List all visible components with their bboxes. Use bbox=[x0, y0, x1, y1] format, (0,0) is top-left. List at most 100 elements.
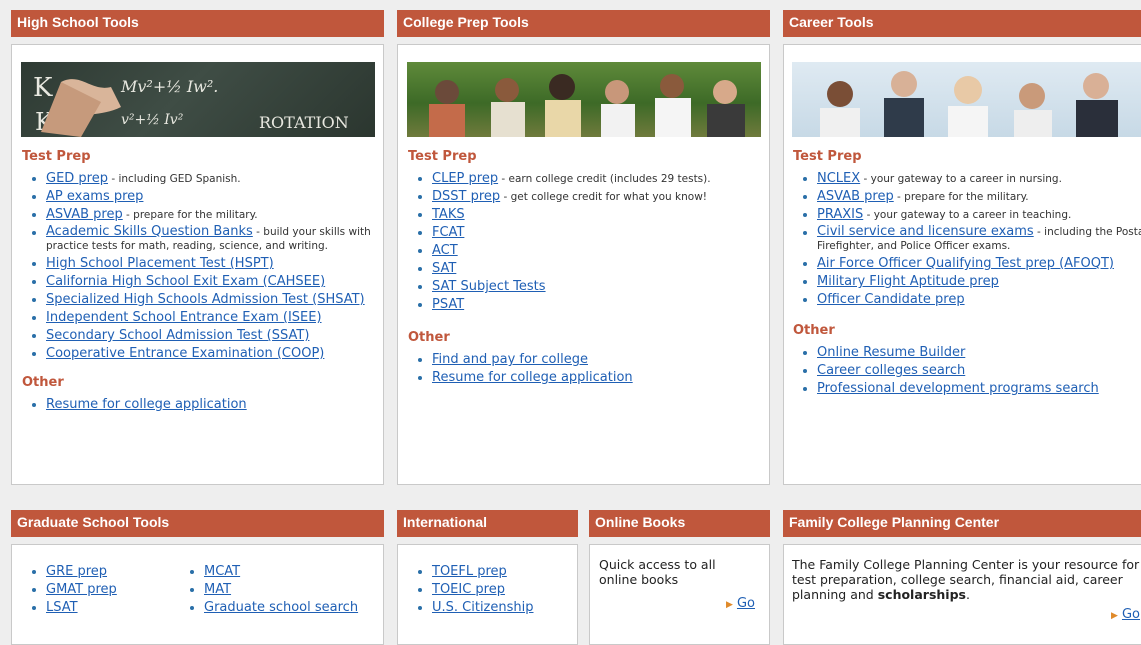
online-books-panel: Online Books Quick access to all online … bbox=[589, 510, 770, 645]
sat-link[interactable]: SAT bbox=[432, 261, 456, 276]
list-item: U.S. Citizenship bbox=[408, 599, 534, 617]
praxis-link[interactable]: PRAXIS bbox=[817, 207, 863, 222]
officer-candidate-link[interactable]: Officer Candidate prep bbox=[817, 292, 965, 307]
nclex-link[interactable]: NCLEX bbox=[817, 171, 860, 186]
taks-link[interactable]: TAKS bbox=[432, 207, 465, 222]
career-colleges-link[interactable]: Career colleges search bbox=[817, 363, 965, 378]
list-item: Air Force Officer Qualifying Test prep (… bbox=[793, 255, 1141, 273]
online-books-go-link[interactable]: Go bbox=[737, 596, 755, 611]
clep-prep-link[interactable]: CLEP prep bbox=[432, 171, 498, 186]
asvab-prep-link[interactable]: ASVAB prep bbox=[817, 189, 894, 204]
mat-link[interactable]: MAT bbox=[204, 582, 231, 597]
us-citizenship-link[interactable]: U.S. Citizenship bbox=[432, 600, 534, 615]
career-test-prep-list: NCLEX - your gateway to a career in nurs… bbox=[793, 170, 1141, 309]
list-item: Independent School Entrance Exam (ISEE) bbox=[22, 309, 375, 327]
ged-prep-link[interactable]: GED prep bbox=[46, 171, 108, 186]
list-item: ASVAB prep - prepare for the military. bbox=[793, 188, 1141, 206]
list-item: Find and pay for college bbox=[408, 351, 763, 369]
high-school-tools-panel: High School Tools K K Mv²+½ Iw². v²+½ Iv… bbox=[11, 10, 384, 485]
high-school-test-prep-list: GED prep - including GED Spanish. AP exa… bbox=[22, 170, 375, 363]
psat-link[interactable]: PSAT bbox=[432, 297, 464, 312]
college-prep-tools-panel: College Prep Tools Test Prep CLEP prep -… bbox=[397, 10, 770, 485]
list-item: TOEFL prep bbox=[408, 563, 534, 581]
high-school-other-list: Resume for college application bbox=[22, 396, 375, 414]
test-prep-heading: Test Prep bbox=[22, 149, 91, 164]
list-item: PRAXIS - your gateway to a career in tea… bbox=[793, 206, 1141, 224]
asvab-prep-link[interactable]: ASVAB prep bbox=[46, 207, 123, 222]
family-planning-box: The Family College Planning Center is yo… bbox=[783, 544, 1141, 645]
professionals-image bbox=[792, 62, 1141, 137]
list-item: TAKS bbox=[408, 206, 763, 224]
shsat-link[interactable]: Specialized High Schools Admission Test … bbox=[46, 292, 365, 307]
sat-subject-tests-link[interactable]: SAT Subject Tests bbox=[432, 279, 546, 294]
find-pay-college-link[interactable]: Find and pay for college bbox=[432, 352, 588, 367]
list-item: Civil service and licensure exams - incl… bbox=[793, 224, 1141, 255]
list-item: Online Resume Builder bbox=[793, 344, 1141, 362]
college-test-prep-list: CLEP prep - earn college credit (include… bbox=[408, 170, 763, 314]
graduate-school-tools-box: GRE prep GMAT prep LSAT MCAT MAT Graduat… bbox=[11, 544, 384, 645]
list-item: MAT bbox=[180, 581, 358, 599]
fcat-link[interactable]: FCAT bbox=[432, 225, 464, 240]
isee-link[interactable]: Independent School Entrance Exam (ISEE) bbox=[46, 310, 322, 325]
list-item: AP exams prep bbox=[22, 188, 375, 206]
civil-service-link[interactable]: Civil service and licensure exams bbox=[817, 224, 1034, 239]
resume-college-link[interactable]: Resume for college application bbox=[432, 370, 633, 385]
international-list: TOEFL prep TOEIC prep U.S. Citizenship bbox=[408, 563, 534, 617]
list-item: California High School Exit Exam (CAHSEE… bbox=[22, 273, 375, 291]
ssat-link[interactable]: Secondary School Admission Test (SSAT) bbox=[46, 328, 309, 343]
test-prep-heading: Test Prep bbox=[793, 149, 862, 164]
list-item: DSST prep - get college credit for what … bbox=[408, 188, 763, 206]
list-item: FCAT bbox=[408, 224, 763, 242]
career-tools-panel: Career Tools Test Prep NCLEX - your gate… bbox=[783, 10, 1141, 485]
list-item: Military Flight Aptitude prep bbox=[793, 273, 1141, 291]
other-heading: Other bbox=[22, 375, 64, 390]
students-illustration bbox=[429, 74, 745, 137]
online-books-go: ▶ Go bbox=[726, 596, 755, 611]
college-other-list: Find and pay for college Resume for coll… bbox=[408, 351, 763, 387]
military-flight-link[interactable]: Military Flight Aptitude prep bbox=[817, 274, 999, 289]
college-prep-tools-header: College Prep Tools bbox=[397, 10, 770, 37]
toeic-prep-link[interactable]: TOEIC prep bbox=[432, 582, 505, 597]
family-planning-panel: Family College Planning Center The Famil… bbox=[783, 510, 1141, 645]
afoqt-link[interactable]: Air Force Officer Qualifying Test prep (… bbox=[817, 256, 1114, 271]
gmat-prep-link[interactable]: GMAT prep bbox=[46, 582, 117, 597]
list-item: PSAT bbox=[408, 296, 763, 314]
list-item: GRE prep bbox=[22, 563, 117, 581]
cahsee-link[interactable]: California High School Exit Exam (CAHSEE… bbox=[46, 274, 325, 289]
graduate-col1-list: GRE prep GMAT prep LSAT bbox=[22, 563, 117, 617]
resume-college-link[interactable]: Resume for college application bbox=[46, 397, 247, 412]
toefl-prep-link[interactable]: TOEFL prep bbox=[432, 564, 507, 579]
act-link[interactable]: ACT bbox=[432, 243, 458, 258]
list-item: NCLEX - your gateway to a career in nurs… bbox=[793, 170, 1141, 188]
students-image bbox=[407, 62, 761, 137]
list-item: Career colleges search bbox=[793, 362, 1141, 380]
graduate-col2-list: MCAT MAT Graduate school search bbox=[180, 563, 358, 617]
hspt-link[interactable]: High School Placement Test (HSPT) bbox=[46, 256, 274, 271]
graduate-school-search-link[interactable]: Graduate school search bbox=[204, 600, 358, 615]
family-planning-go-link[interactable]: Go bbox=[1122, 607, 1140, 622]
ap-exams-prep-link[interactable]: AP exams prep bbox=[46, 189, 143, 204]
family-planning-text: The Family College Planning Center is yo… bbox=[792, 557, 1140, 602]
svg-text:v²+½ Iv²: v²+½ Iv² bbox=[121, 112, 184, 128]
international-box: TOEFL prep TOEIC prep U.S. Citizenship bbox=[397, 544, 578, 645]
coop-link[interactable]: Cooperative Entrance Examination (COOP) bbox=[46, 346, 324, 361]
list-item: LSAT bbox=[22, 599, 117, 617]
other-heading: Other bbox=[408, 330, 450, 345]
gre-prep-link[interactable]: GRE prep bbox=[46, 564, 107, 579]
academic-skills-link[interactable]: Academic Skills Question Banks bbox=[46, 224, 253, 239]
list-item: High School Placement Test (HSPT) bbox=[22, 255, 375, 273]
list-item: GED prep - including GED Spanish. bbox=[22, 170, 375, 188]
list-item: Cooperative Entrance Examination (COOP) bbox=[22, 345, 375, 363]
dsst-prep-link[interactable]: DSST prep bbox=[432, 189, 500, 204]
professionals-illustration bbox=[820, 71, 1118, 137]
go-arrow-icon: ▶ bbox=[726, 600, 733, 610]
online-resume-builder-link[interactable]: Online Resume Builder bbox=[817, 345, 965, 360]
list-item: Graduate school search bbox=[180, 599, 358, 617]
lsat-link[interactable]: LSAT bbox=[46, 600, 78, 615]
online-books-text: Quick access to all online books bbox=[599, 557, 716, 587]
online-books-header: Online Books bbox=[589, 510, 770, 537]
professional-development-link[interactable]: Professional development programs search bbox=[817, 381, 1099, 396]
mcat-link[interactable]: MCAT bbox=[204, 564, 240, 579]
high-school-tools-box: K K Mv²+½ Iw². v²+½ Iv² ROTATION Test Pr… bbox=[11, 44, 384, 485]
international-header: International bbox=[397, 510, 578, 537]
